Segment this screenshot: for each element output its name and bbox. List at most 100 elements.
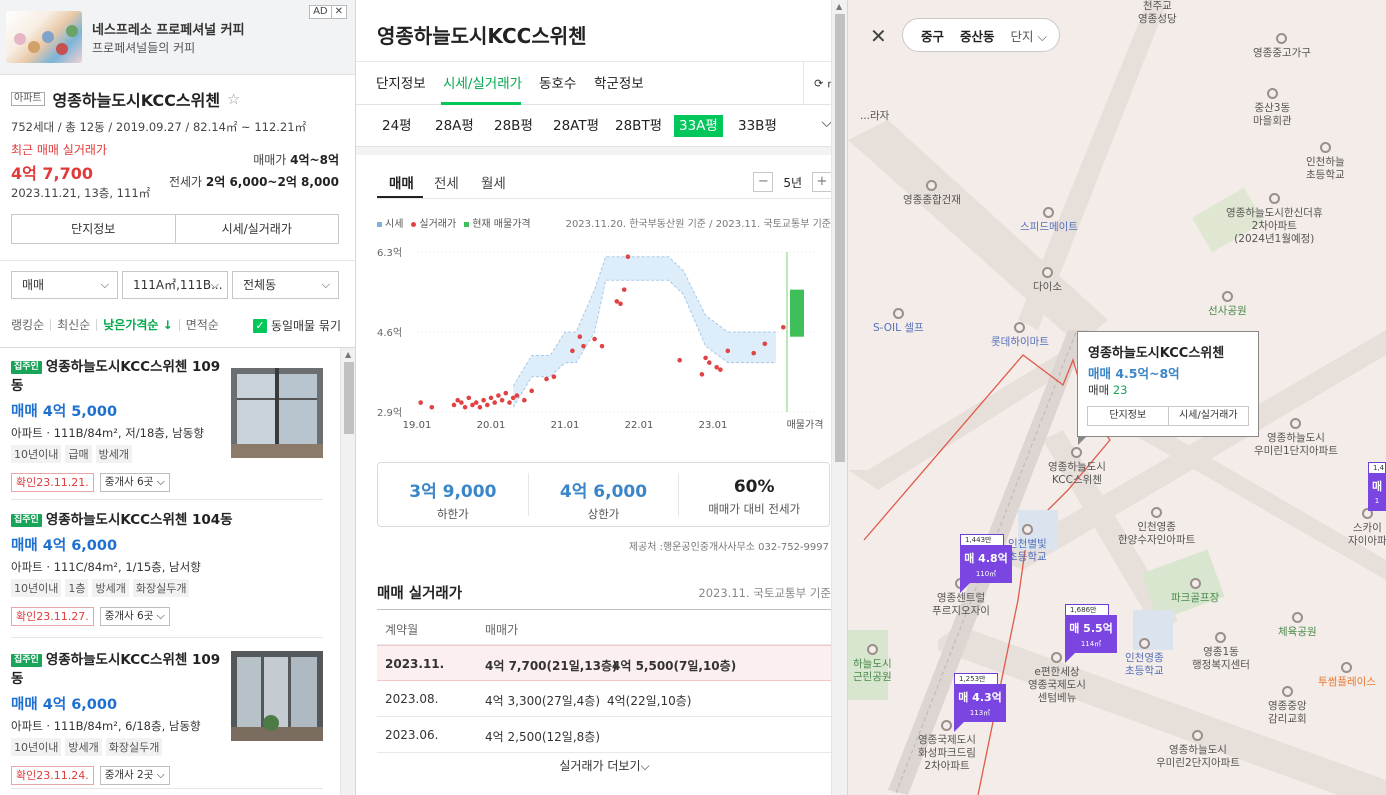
list-item[interactable]: 집주인 영종하늘도시KCC스위첸 109동 매매 4억 6,000 아파트 · 1… (11, 639, 323, 789)
agents-dropdown[interactable]: 중개사 6곳 ⌵ (99, 607, 170, 626)
tab-units[interactable]: 동호수 (539, 72, 576, 92)
deal-table: 계약월 매매가 2023.11. 4억 7,700(21일,13층) 4억 5,… (377, 609, 832, 753)
scroll-thumb[interactable] (835, 14, 845, 462)
map-poi[interactable]: 인천영종 초등학교 (1125, 638, 1164, 678)
list-item[interactable]: 집주인 영종하늘도시KCC스위첸 104동 매매 4억 6,000 아파트 · 1… (11, 501, 323, 638)
map-poi[interactable]: 영종하늘도시 우미린1단지아파트 (1254, 418, 1338, 458)
map-poi[interactable]: 천주교 영종성당 (1138, 0, 1177, 26)
agents-dropdown[interactable]: 중개사 6곳 ⌵ (99, 473, 170, 492)
sort-area[interactable]: 면적순 (178, 319, 225, 331)
map-poi[interactable]: 선사공원 (1208, 291, 1247, 318)
tab-jeonse[interactable]: 전세 (434, 172, 459, 192)
ad-close-icon[interactable]: ✕ (330, 6, 346, 18)
trade-type-select[interactable]: 매매 ⌵ (11, 271, 118, 299)
tab-sale[interactable]: 매매 (389, 172, 414, 192)
deal-point (473, 400, 479, 405)
size-tab[interactable]: 28BT평 (610, 115, 667, 137)
tab-complex-info[interactable]: 단지정보 (376, 72, 426, 92)
map-poi[interactable]: S-OIL 셀프 (873, 308, 924, 335)
price-chart[interactable]: 6.3억 4.6억 2.9억19.01 20.01 21.01 22.01 23.01 매물가… (377, 236, 837, 436)
favorite-star-icon[interactable]: ☆ (227, 90, 240, 108)
more-deals-button[interactable]: 실거래가 더보기⌵ (377, 757, 832, 774)
map-poi[interactable]: 롯데하이마트 (991, 322, 1049, 349)
size-tab-active[interactable]: 33A평 (674, 115, 723, 137)
ad-banner[interactable]: 네스프레소 프로페셔널 커피 프로페셔널들의 커피 AD ✕ (0, 0, 355, 75)
period-minus-button[interactable]: − (753, 172, 774, 192)
complex-info-button[interactable]: 단지정보 (12, 215, 175, 243)
sort-ranking[interactable]: 랭킹순 (11, 319, 50, 331)
map-poi[interactable]: 영종하늘도시한신더휴 2차아파트 (2024년1월예정) (1226, 193, 1323, 246)
map-poi[interactable]: 파크골프장 (1171, 578, 1219, 605)
sort-lowest-price[interactable]: 낮은가격순 ↓ (96, 319, 178, 331)
popup-info-button[interactable]: 단지정보 (1088, 407, 1168, 425)
listing-title[interactable]: 영종하늘도시KCC스위첸 109동 (11, 359, 220, 394)
map-view[interactable]: ✕ 중구 중산동 단지 ⌵ 천주교 영종성당 영종중고가구 중산3동 마을회관 인천… (848, 0, 1386, 795)
park-icon (1221, 291, 1233, 302)
listing-title[interactable]: 영종하늘도시KCC스위첸 109동 (11, 652, 220, 687)
scroll-up-icon[interactable]: ▲ (836, 2, 842, 11)
listing-photo[interactable] (231, 368, 323, 458)
size-tab[interactable]: 33B평 (733, 115, 782, 137)
sort-latest[interactable]: 최신순 (50, 319, 96, 331)
map-poi[interactable]: 다이소 (1033, 267, 1062, 294)
scroll-up-icon[interactable]: ▲ (345, 350, 351, 359)
list-item[interactable]: 집주인 영종하늘도시KCC스위첸 109동 매매 4억 5,000 아파트 · 1… (11, 358, 323, 500)
tab-school[interactable]: 학군정보 (594, 72, 644, 92)
scroll-thumb[interactable] (344, 362, 354, 434)
active-subtab-indicator (377, 196, 423, 198)
table-header: 계약월 매매가 (377, 609, 832, 645)
dong-select[interactable]: 전체동 ⌵ (232, 271, 339, 299)
map-poi[interactable]: ...라자 (860, 110, 889, 123)
complex-map-popup[interactable]: 영종하늘도시KCC스위첸 매매 4.5억~8억 매매 23 단지정보 시세/실거… (1077, 331, 1259, 445)
deal-point (485, 402, 490, 408)
map-poi[interactable]: 영종하늘도시 우미린2단지아파트 (1156, 730, 1240, 770)
map-poi[interactable]: 인천하늘 초등학교 (1306, 142, 1345, 182)
size-tab[interactable]: 24평 (377, 115, 417, 137)
checkbox-checked-icon[interactable]: ✓ (252, 318, 267, 333)
size-tab[interactable]: 28AT평 (548, 115, 604, 137)
map-poi[interactable]: 중산3동 마을회관 (1253, 88, 1292, 128)
map-poi[interactable]: 스카이 자이아파 (1348, 508, 1386, 548)
ad-title[interactable]: 네스프레소 프로페셔널 커피 (92, 19, 245, 38)
map-price-pin[interactable]: 1,686만 매 5.5억 114㎡ (1065, 604, 1117, 663)
breadcrumb-gu[interactable]: 중구 (921, 26, 944, 45)
tab-monthly[interactable]: 월세 (481, 172, 506, 192)
map-poi[interactable]: 영종중앙 감리교회 (1268, 686, 1307, 726)
map-poi[interactable]: 영종1동 행정복지센터 (1192, 632, 1250, 672)
map-poi[interactable]: 영종중고가구 (1253, 33, 1311, 60)
poi-marker-icon (1266, 88, 1278, 99)
popup-listing-count: 매매 23 (1088, 383, 1128, 397)
breadcrumb-dong[interactable]: 중산동 (960, 26, 995, 45)
popup-price-button[interactable]: 시세/실거래가 (1167, 407, 1249, 425)
listing-title[interactable]: 영종하늘도시KCC스위첸 104동 (46, 512, 233, 528)
map-price-pin[interactable]: 1,4 매 1 (1368, 462, 1386, 511)
map-price-pin[interactable]: 1,253만 매 4.3억 113㎡ (954, 673, 1006, 732)
area-select[interactable]: 111A㎡,111B... ⌵ (122, 271, 228, 299)
poi-marker-icon (1290, 418, 1302, 429)
tab-price[interactable]: 시세/실거래가 (443, 72, 522, 92)
popup-title[interactable]: 영종하늘도시KCC스위첸 (1088, 342, 1224, 361)
map-poi[interactable]: 스피드메이트 (1020, 207, 1078, 234)
size-tab[interactable]: 28B평 (489, 115, 538, 137)
agents-dropdown[interactable]: 중개사 2곳 ⌵ (99, 766, 170, 785)
listing-tag: 방세개 (65, 738, 102, 756)
detail-scrollbar[interactable]: ▲ (831, 0, 847, 795)
breadcrumb-complex-dropdown[interactable]: 단지 ⌵ (1011, 26, 1047, 45)
period-plus-button[interactable]: + (812, 172, 832, 192)
map-poi[interactable]: 하늘도시 근린공원 (853, 644, 892, 684)
listing-scrollbar[interactable]: ▲ (340, 348, 355, 795)
price-info-button[interactable]: 시세/실거래가 (174, 215, 339, 243)
map-poi[interactable]: 영종하늘도시 KCC스위첸 (1048, 447, 1106, 487)
deal-section-title: 매매 실거래가 (377, 586, 463, 602)
map-poi[interactable]: 영종종합건재 (903, 180, 961, 207)
map-price-pin[interactable]: 1,443만 매 4.8억 110㎡ (960, 534, 1012, 593)
map-poi[interactable]: 투썸플레이스 (1318, 662, 1376, 689)
listing-photo[interactable] (231, 651, 323, 741)
map-close-icon[interactable]: ✕ (870, 24, 887, 48)
map-poi[interactable]: 체육공원 (1278, 612, 1317, 639)
ad-thumbnail[interactable] (6, 11, 82, 63)
map-poi[interactable]: 인천별빛 초등학교 (1008, 524, 1047, 564)
map-poi[interactable]: 인천영종 한양수자인아파트 (1118, 507, 1195, 547)
group-same-listings[interactable]: ✓ 동일매물 묶기 (252, 317, 341, 334)
size-tab[interactable]: 28A평 (430, 115, 479, 137)
